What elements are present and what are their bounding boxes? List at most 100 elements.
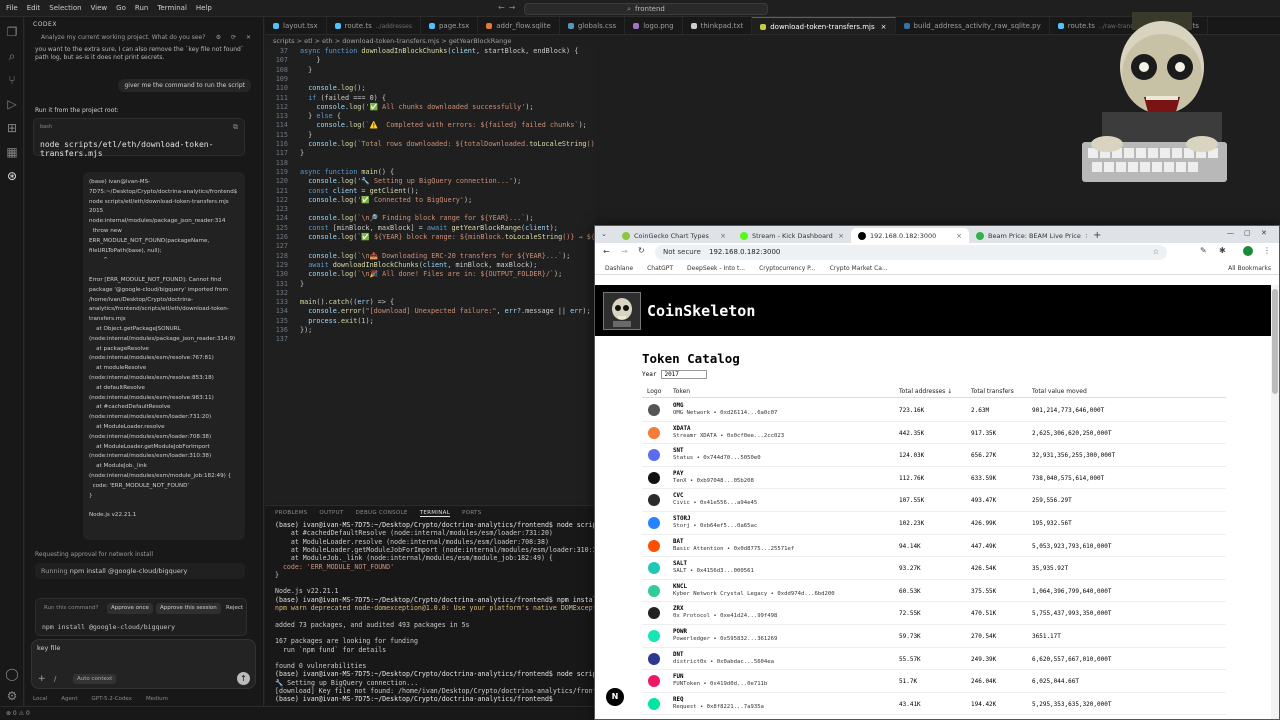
code-line[interactable]: 109 [265, 75, 595, 84]
extensions-icon[interactable]: ⊞ [5, 121, 19, 135]
reload-icon[interactable]: ↻ [638, 246, 645, 255]
command-center[interactable]: ⌕ frontend [524, 3, 768, 15]
table-row[interactable]: REQ Request • 0x8f8221...7a935a 43.41K 194.… [642, 693, 1226, 716]
bookmark-star-icon[interactable]: ☆ [1153, 245, 1159, 260]
editor-tab[interactable]: route.ts ../addresses [327, 17, 421, 34]
code-line[interactable]: 119 async function main() { [265, 168, 595, 177]
new-tab-icon[interactable]: + [1093, 230, 1101, 241]
browser-tab[interactable]: Beam Price: BEAM Live Price× [969, 228, 1087, 243]
menu-view[interactable]: View [91, 4, 108, 12]
nav-arrows[interactable]: ←→ [498, 3, 519, 12]
close-tab-icon[interactable]: × [834, 232, 844, 240]
code-line[interactable]: 137 [265, 335, 595, 344]
approve-once-button[interactable]: Approve once [107, 603, 153, 614]
menu-go[interactable]: Go [116, 4, 126, 12]
profile-avatar[interactable] [1243, 246, 1253, 256]
table-row[interactable]: CVC Civic • 0x41e556...a94e45 107.55K 493.4… [642, 489, 1226, 512]
all-bookmarks[interactable]: All Bookmarks [1228, 262, 1271, 275]
code-editor[interactable]: 37 async function downloadInBlockChunks(c… [265, 46, 595, 501]
code-line[interactable]: 124 console.log(`\n🔎 Finding block range… [265, 214, 595, 223]
table-row[interactable]: FUN FUNToken • 0x419d0d...0e711b 51.7K 246.… [642, 670, 1226, 693]
table-row[interactable]: ZRX 0x Protocol • 0xe41d24...99f498 72.55K… [642, 602, 1226, 625]
status-local[interactable]: Local [33, 696, 47, 702]
panel-tab-terminal[interactable]: TERMINAL [419, 510, 451, 517]
panel-tab-ports[interactable]: PORTS [462, 510, 481, 516]
bookmark-item[interactable]: Crypto Market Ca... [830, 265, 888, 272]
table-row[interactable]: DNT district0x • 0x0abdac...5604ea 55.57K 2… [642, 648, 1226, 671]
code-line[interactable]: 111 if (failed === 0) { [265, 94, 595, 103]
page-scrollbar[interactable] [1271, 285, 1279, 719]
bookmark-item[interactable]: DeepSeek - Into t... [687, 265, 745, 272]
close-tab-icon[interactable]: × [1081, 232, 1087, 240]
bookmark-item[interactable]: Dashlane [605, 265, 633, 272]
menu-help[interactable]: Help [196, 4, 212, 12]
auto-context-chip[interactable]: Auto context [73, 674, 117, 684]
source-control-icon[interactable]: ⑂ [5, 73, 19, 87]
panel-tab-debug-console[interactable]: DEBUG CONSOLE [356, 510, 408, 516]
codex-task-title[interactable]: Analyze my current working project. What… [41, 34, 205, 41]
composer-text[interactable]: key file [37, 644, 60, 652]
code-line[interactable]: 117} [265, 149, 595, 158]
browser-tab[interactable]: Stream - Kick Dashboard × [733, 228, 851, 243]
editor-tab[interactable]: logo.png [625, 17, 683, 34]
explorer-icon[interactable]: ❐ [5, 25, 19, 39]
col-total-value[interactable]: Total value moved [1032, 388, 1087, 395]
panel-tab-problems[interactable]: PROBLEMS [275, 510, 307, 516]
codex-icon[interactable]: ⊛ [5, 169, 19, 183]
editor-tab[interactable]: page.tsx [421, 17, 479, 34]
url-text[interactable]: 192.168.0.182:3000 [709, 248, 780, 256]
editor-tab[interactable]: download-token-transfers.mjs × [752, 17, 896, 34]
status-model[interactable]: GPT-5.2-Codex [92, 696, 132, 702]
maximize-icon[interactable]: ▢ [1244, 229, 1251, 237]
code-line[interactable]: 116 console.log(`Total rows downloaded: … [265, 140, 595, 149]
code-line[interactable]: 108 } [265, 66, 595, 75]
table-row[interactable]: OMG OMG Network • 0xd26114...6a0c07 723.16… [642, 399, 1226, 422]
menu-edit[interactable]: Edit [27, 4, 41, 12]
table-row[interactable]: STORJ Storj • 0xb64ef5...0a65ac 102.23K 426… [642, 512, 1226, 535]
editor-tab[interactable]: addr_flow.sqlite [478, 17, 560, 34]
code-line[interactable]: 120 console.log('🔧 Setting up BigQuery c… [265, 177, 595, 186]
code-line[interactable]: 133 main().catch((err) => { [265, 298, 595, 307]
nextjs-dev-badge[interactable]: N [606, 688, 624, 706]
code-line[interactable]: 127 [265, 242, 595, 251]
code-line[interactable]: 121 const client = getClient(); [265, 187, 595, 196]
search-icon[interactable]: ⌕ [5, 49, 19, 63]
codex-task-actions[interactable]: ⚙ ⟳ ✕ [216, 34, 255, 41]
close-tab-icon[interactable]: × [881, 23, 887, 31]
menu-file[interactable]: File [6, 4, 18, 12]
table-row[interactable]: SNT Status • 0x744d70...5050e0 124.03K 656.… [642, 444, 1226, 467]
slash-command-icon[interactable]: / [54, 675, 56, 683]
reject-button[interactable]: Reject [222, 603, 247, 614]
code-line[interactable]: 37 async function downloadInBlockChunks(c… [265, 47, 595, 56]
browser-menu-icon[interactable]: ⋮ [1263, 246, 1271, 255]
minimize-icon[interactable]: — [1227, 229, 1234, 237]
code-line[interactable]: 112 console.log('✅ All chunks downloaded… [265, 103, 595, 112]
approve-session-button[interactable]: Approve this session [156, 603, 221, 614]
browser-tab[interactable]: 192.168.0.182:3000 × [851, 228, 969, 243]
composer-input[interactable]: key file + / Auto context ↑ [31, 639, 256, 689]
table-row[interactable]: SALT SALT • 0x4156d3...000561 93.27K 426.54… [642, 557, 1226, 580]
code-line[interactable]: 118 [265, 159, 595, 168]
code-line[interactable]: 128 console.log(`\n📥 Downloading ERC-20 … [265, 252, 595, 261]
code-line[interactable]: 123 [265, 205, 595, 214]
bookmark-item[interactable]: ChatGPT [647, 265, 673, 272]
problems-count[interactable]: ⊗ 0 ⚠ 0 [6, 710, 30, 717]
year-input[interactable]: 2017 [661, 370, 708, 379]
code-line[interactable]: 115 } [265, 131, 595, 140]
edit-icon[interactable]: ✎ [1200, 246, 1207, 255]
table-row[interactable]: PAY TenX • 0xb97048...05b208 112.76K 633.59… [642, 467, 1226, 490]
copy-icon[interactable]: ⧉ [233, 123, 238, 132]
forward-icon[interactable]: → [621, 247, 628, 256]
docker-icon[interactable]: ▦ [5, 145, 19, 159]
browser-tab[interactable]: CoinGecko Chart Types × [615, 228, 733, 243]
close-tab-icon[interactable]: × [716, 232, 726, 240]
site-brand[interactable]: CoinSkeleton [647, 302, 755, 320]
col-token[interactable]: Token [673, 388, 690, 395]
back-icon[interactable]: ← [603, 247, 610, 256]
table-row[interactable]: KNCL Kyber Network Crystal Legacy • 0xdd9… [642, 580, 1226, 603]
table-row[interactable]: BAT Basic Attention • 0x0d8775...25571ef 9… [642, 535, 1226, 558]
window-close-icon[interactable]: ✕ [1261, 229, 1267, 237]
code-line[interactable]: 110 console.log(); [265, 84, 595, 93]
account-icon[interactable]: ◯ [5, 667, 19, 681]
code-line[interactable]: 135 process.exit(1); [265, 317, 595, 326]
